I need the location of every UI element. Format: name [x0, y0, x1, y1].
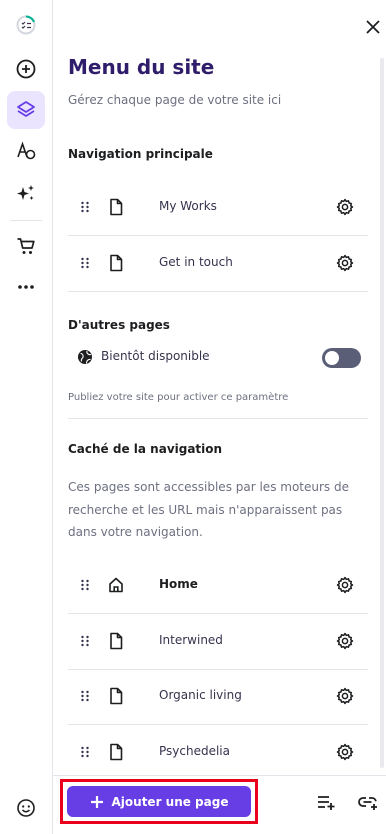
- section-divider: [68, 418, 368, 419]
- page-label: Interwined: [159, 633, 223, 647]
- cart-icon: [17, 238, 35, 254]
- panel-subtitle: Gérez chaque page de votre site ici: [68, 93, 282, 107]
- page-label: Get in touch: [159, 255, 233, 269]
- page-icon: [110, 254, 123, 272]
- globe-icon: [78, 350, 92, 364]
- gear-icon[interactable]: [336, 743, 354, 761]
- page-row-interwined[interactable]: Interwined: [68, 614, 368, 670]
- gear-icon[interactable]: [336, 576, 354, 594]
- page-row-get-in-touch[interactable]: Get in touch: [68, 236, 368, 292]
- more-horizontal-icon: [18, 285, 34, 289]
- gear-icon[interactable]: [336, 632, 354, 650]
- more-button[interactable]: [7, 268, 45, 306]
- panel-footer: Ajouter une page: [53, 775, 386, 834]
- home-icon: [109, 577, 123, 593]
- playlist-add-icon: [318, 796, 335, 810]
- ai-sparkles-icon: [17, 185, 34, 200]
- coming-soon-toggle[interactable]: [322, 348, 361, 368]
- add-element-button[interactable]: [7, 50, 45, 88]
- styles-button[interactable]: [7, 132, 45, 170]
- page-label: Home: [159, 577, 198, 591]
- typography-palette-icon: [17, 141, 36, 160]
- hidden-nav-description: Ces pages sont accessibles par les moteu…: [68, 480, 349, 539]
- page-row-home[interactable]: Home: [68, 558, 368, 614]
- add-page-button[interactable]: Ajouter une page: [67, 786, 251, 817]
- gear-icon[interactable]: [336, 198, 354, 216]
- drag-handle-icon[interactable]: [80, 200, 90, 214]
- smiley-icon: [17, 799, 35, 817]
- close-button[interactable]: [360, 14, 386, 40]
- page-icon: [110, 743, 123, 761]
- plus-icon: [90, 795, 103, 808]
- checklist-progress-icon: [16, 15, 36, 35]
- feedback-button[interactable]: [7, 789, 45, 827]
- drag-handle-icon[interactable]: [80, 689, 90, 703]
- add-link-button[interactable]: [356, 790, 380, 814]
- page-icon: [110, 198, 123, 216]
- add-page-label: Ajouter une page: [111, 794, 229, 809]
- ai-tools-button[interactable]: [7, 174, 45, 212]
- rail-divider: [10, 220, 42, 221]
- layers-icon: [17, 101, 35, 117]
- site-menu-panel: Menu du site Gérez chaque page de votre …: [53, 0, 386, 834]
- other-pages-heading: D'autres pages: [68, 318, 170, 332]
- left-rail: [0, 0, 53, 834]
- page-row-my-works[interactable]: My Works: [68, 180, 368, 236]
- drag-handle-icon[interactable]: [80, 745, 90, 759]
- add-link-icon: [358, 797, 377, 810]
- gear-icon[interactable]: [336, 254, 354, 272]
- page-icon: [110, 687, 123, 705]
- page-row-psychedelia[interactable]: Psychedelia: [68, 725, 368, 781]
- page-label: Organic living: [159, 688, 242, 702]
- page-row-organic-living[interactable]: Organic living: [68, 669, 368, 725]
- hidden-nav-heading: Caché de la navigation: [68, 442, 223, 456]
- add-nav-item-button[interactable]: [314, 790, 338, 814]
- drag-handle-icon[interactable]: [80, 256, 90, 270]
- checklist-progress-button[interactable]: [7, 6, 45, 44]
- publish-helper-text: Publiez votre site pour activer ce param…: [68, 392, 289, 403]
- main-nav-heading: Navigation principale: [68, 147, 213, 161]
- drag-handle-icon[interactable]: [80, 634, 90, 648]
- scrollbar[interactable]: [380, 58, 384, 768]
- page-icon: [110, 632, 123, 650]
- close-icon: [366, 20, 380, 34]
- page-label: My Works: [159, 199, 217, 213]
- coming-soon-row: Bientôt disponible: [68, 344, 368, 372]
- pages-button[interactable]: [7, 91, 45, 129]
- drag-handle-icon[interactable]: [80, 578, 90, 592]
- toggle-knob: [325, 351, 339, 365]
- page-label: Psychedelia: [159, 744, 230, 758]
- add-circle-icon: [16, 59, 36, 79]
- store-button[interactable]: [7, 227, 45, 265]
- gear-icon[interactable]: [336, 687, 354, 705]
- add-page-highlight: Ajouter une page: [60, 779, 258, 824]
- panel-title: Menu du site: [68, 55, 215, 79]
- coming-soon-label: Bientôt disponible: [101, 349, 210, 363]
